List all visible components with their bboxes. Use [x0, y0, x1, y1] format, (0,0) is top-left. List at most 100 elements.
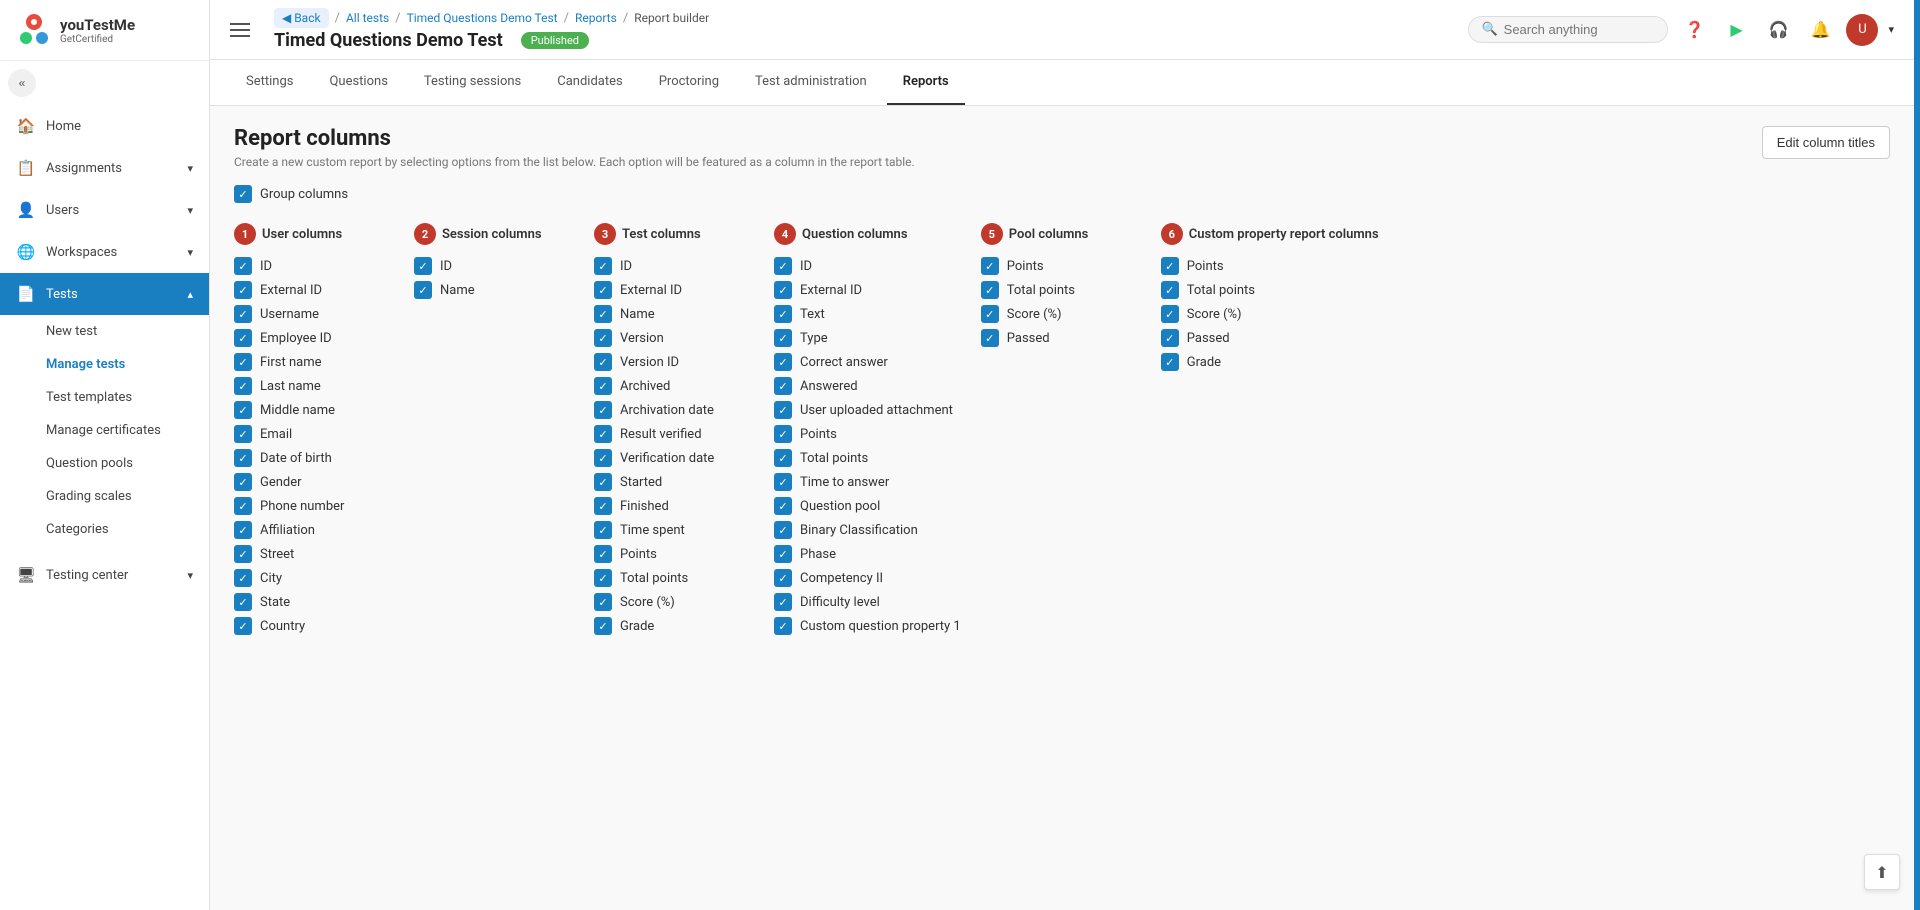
sidebar-item-home[interactable]: 🏠 Home — [0, 105, 209, 147]
sub-nav-new-test[interactable]: New test — [0, 315, 209, 348]
breadcrumb-test-name[interactable]: Timed Questions Demo Test — [407, 11, 558, 25]
col-checkbox-0-2[interactable]: ✓ — [234, 305, 252, 323]
col-checkbox-1-0[interactable]: ✓ — [414, 257, 432, 275]
avatar[interactable]: U — [1846, 14, 1878, 46]
sub-nav-question-pools[interactable]: Question pools — [0, 447, 209, 480]
col-checkbox-3-13[interactable]: ✓ — [774, 569, 792, 587]
tab-settings[interactable]: Settings — [230, 60, 309, 105]
col-checkbox-0-5[interactable]: ✓ — [234, 377, 252, 395]
col-checkbox-5-1[interactable]: ✓ — [1161, 281, 1179, 299]
sidebar-item-testing-center[interactable]: 🖥 Testing center ▾ — [0, 554, 209, 596]
edit-column-titles-btn[interactable]: Edit column titles — [1762, 126, 1890, 159]
help-btn[interactable]: ❓ — [1678, 14, 1710, 46]
col-checkbox-2-15[interactable]: ✓ — [594, 617, 612, 635]
breadcrumb-all-tests[interactable]: All tests — [346, 11, 389, 25]
sub-nav-manage-certificates[interactable]: Manage certificates — [0, 414, 209, 447]
col-checkbox-2-11[interactable]: ✓ — [594, 521, 612, 539]
col-checkbox-2-3[interactable]: ✓ — [594, 329, 612, 347]
col-checkbox-2-14[interactable]: ✓ — [594, 593, 612, 611]
col-label: Binary Classification — [800, 523, 918, 538]
sidebar-item-users[interactable]: 👤 Users ▾ — [0, 189, 209, 231]
tab-reports[interactable]: Reports — [887, 60, 965, 105]
tab-questions[interactable]: Questions — [313, 60, 403, 105]
search-input[interactable] — [1504, 22, 1644, 37]
col-checkbox-4-1[interactable]: ✓ — [981, 281, 999, 299]
headset-btn[interactable]: 🎧 — [1762, 14, 1794, 46]
col-checkbox-3-14[interactable]: ✓ — [774, 593, 792, 611]
col-checkbox-2-13[interactable]: ✓ — [594, 569, 612, 587]
col-checkbox-3-6[interactable]: ✓ — [774, 401, 792, 419]
col-checkbox-2-8[interactable]: ✓ — [594, 449, 612, 467]
col-checkbox-2-10[interactable]: ✓ — [594, 497, 612, 515]
col-checkbox-3-5[interactable]: ✓ — [774, 377, 792, 395]
col-checkbox-0-13[interactable]: ✓ — [234, 569, 252, 587]
sub-nav-grading-scales[interactable]: Grading scales — [0, 480, 209, 513]
hamburger-btn[interactable] — [230, 14, 262, 46]
col-item: ✓Type — [774, 329, 961, 347]
col-checkbox-5-4[interactable]: ✓ — [1161, 353, 1179, 371]
sidebar-item-workspaces[interactable]: 🌐 Workspaces ▾ — [0, 231, 209, 273]
sub-nav-manage-tests[interactable]: Manage tests — [0, 348, 209, 381]
col-checkbox-4-2[interactable]: ✓ — [981, 305, 999, 323]
col-checkbox-5-0[interactable]: ✓ — [1161, 257, 1179, 275]
col-checkbox-2-9[interactable]: ✓ — [594, 473, 612, 491]
col-checkbox-2-4[interactable]: ✓ — [594, 353, 612, 371]
col-checkbox-0-12[interactable]: ✓ — [234, 545, 252, 563]
group-columns-checkbox[interactable]: ✓ — [234, 185, 252, 203]
col-checkbox-2-2[interactable]: ✓ — [594, 305, 612, 323]
col-checkbox-0-10[interactable]: ✓ — [234, 497, 252, 515]
col-checkbox-2-12[interactable]: ✓ — [594, 545, 612, 563]
col-checkbox-0-0[interactable]: ✓ — [234, 257, 252, 275]
col-checkbox-1-1[interactable]: ✓ — [414, 281, 432, 299]
tab-proctoring[interactable]: Proctoring — [643, 60, 735, 105]
col-checkbox-0-7[interactable]: ✓ — [234, 425, 252, 443]
sidebar-item-assignments[interactable]: 📋 Assignments ▾ — [0, 147, 209, 189]
col-checkbox-2-6[interactable]: ✓ — [594, 401, 612, 419]
col-checkbox-0-9[interactable]: ✓ — [234, 473, 252, 491]
col-checkbox-0-1[interactable]: ✓ — [234, 281, 252, 299]
col-checkbox-2-0[interactable]: ✓ — [594, 257, 612, 275]
col-checkbox-3-2[interactable]: ✓ — [774, 305, 792, 323]
col-checkbox-4-0[interactable]: ✓ — [981, 257, 999, 275]
col-checkbox-0-15[interactable]: ✓ — [234, 617, 252, 635]
bell-btn[interactable]: 🔔 — [1804, 14, 1836, 46]
col-checkbox-3-10[interactable]: ✓ — [774, 497, 792, 515]
play-btn[interactable]: ▶ — [1720, 14, 1752, 46]
sidebar-item-tests[interactable]: 📄 Tests ▴ — [0, 273, 209, 315]
sub-nav-categories[interactable]: Categories — [0, 513, 209, 546]
col-checkbox-3-0[interactable]: ✓ — [774, 257, 792, 275]
back-btn[interactable]: ◀ Back — [274, 8, 329, 28]
col-checkbox-3-3[interactable]: ✓ — [774, 329, 792, 347]
col-label: Name — [440, 283, 475, 298]
search-box[interactable]: 🔍 — [1468, 16, 1668, 43]
sidebar-collapse-btn[interactable]: « — [8, 69, 36, 97]
col-label: Date of birth — [260, 451, 332, 466]
col-checkbox-3-1[interactable]: ✓ — [774, 281, 792, 299]
col-checkbox-0-3[interactable]: ✓ — [234, 329, 252, 347]
col-checkbox-0-4[interactable]: ✓ — [234, 353, 252, 371]
col-checkbox-4-3[interactable]: ✓ — [981, 329, 999, 347]
col-checkbox-3-15[interactable]: ✓ — [774, 617, 792, 635]
sub-nav-test-templates[interactable]: Test templates — [0, 381, 209, 414]
col-checkbox-0-6[interactable]: ✓ — [234, 401, 252, 419]
col-checkbox-3-7[interactable]: ✓ — [774, 425, 792, 443]
col-checkbox-5-2[interactable]: ✓ — [1161, 305, 1179, 323]
col-checkbox-2-5[interactable]: ✓ — [594, 377, 612, 395]
col-checkbox-3-9[interactable]: ✓ — [774, 473, 792, 491]
col-checkbox-5-3[interactable]: ✓ — [1161, 329, 1179, 347]
col-checkbox-2-7[interactable]: ✓ — [594, 425, 612, 443]
tab-candidates[interactable]: Candidates — [541, 60, 638, 105]
col-checkbox-3-11[interactable]: ✓ — [774, 521, 792, 539]
col-checkbox-3-4[interactable]: ✓ — [774, 353, 792, 371]
breadcrumb-reports[interactable]: Reports — [575, 11, 617, 25]
scroll-to-top-btn[interactable]: ⬆ — [1864, 854, 1900, 890]
avatar-arrow[interactable]: ▾ — [1888, 23, 1894, 36]
col-checkbox-2-1[interactable]: ✓ — [594, 281, 612, 299]
col-checkbox-0-14[interactable]: ✓ — [234, 593, 252, 611]
col-checkbox-3-12[interactable]: ✓ — [774, 545, 792, 563]
col-checkbox-0-11[interactable]: ✓ — [234, 521, 252, 539]
tab-test-administration[interactable]: Test administration — [739, 60, 883, 105]
col-checkbox-0-8[interactable]: ✓ — [234, 449, 252, 467]
tab-testing-sessions[interactable]: Testing sessions — [408, 60, 537, 105]
col-checkbox-3-8[interactable]: ✓ — [774, 449, 792, 467]
